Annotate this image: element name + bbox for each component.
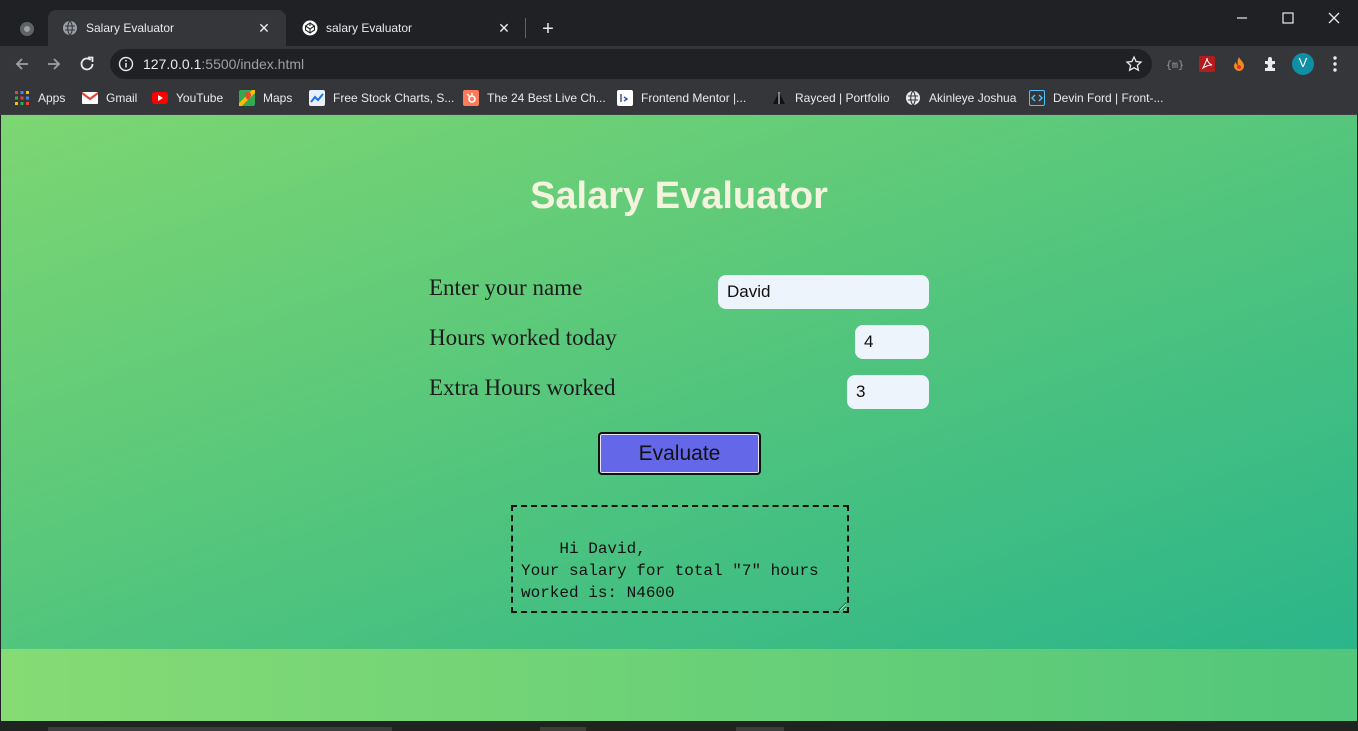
name-label: Enter your name (429, 275, 583, 300)
reload-icon[interactable] (73, 50, 101, 78)
menu-kebab-icon[interactable] (1325, 54, 1345, 74)
bookmark-label: Apps (38, 91, 66, 105)
result-text: Hi David, Your salary for total "7" hour… (521, 540, 819, 602)
bookmark-gmail[interactable]: Gmail (82, 88, 137, 108)
extra-hours-input[interactable] (847, 375, 929, 409)
info-icon[interactable] (118, 56, 134, 72)
tab-strip: Salary Evaluator ✕ salary Evaluator ✕ + (0, 0, 1358, 46)
svg-text:{m}: {m} (1166, 60, 1184, 71)
taskbar-strip (0, 721, 1358, 731)
page-content: Salary Evaluator Enter your name Hours w… (1, 115, 1357, 649)
bookmarks-bar: Apps Gmail YouTube Maps Free Stock Chart… (0, 82, 1358, 115)
bookmark-label: Rayced | Portfolio (795, 91, 890, 105)
tab-separator (525, 18, 526, 38)
youtube-icon (152, 90, 168, 106)
result-textarea[interactable]: Hi David, Your salary for total "7" hour… (511, 505, 849, 613)
close-icon[interactable]: ✕ (496, 20, 512, 36)
bookmark-frontend-mentor[interactable]: Frontend Mentor |... (617, 88, 746, 108)
codepen-icon (302, 20, 318, 36)
tab-title: Salary Evaluator (86, 21, 175, 35)
resize-grip-icon[interactable] (838, 602, 846, 610)
frontend-mentor-icon (617, 90, 633, 106)
globe-icon (905, 90, 921, 106)
code-icon (1029, 90, 1045, 106)
bookmark-label: The 24 Best Live Ch... (487, 91, 606, 105)
bookmark-label: YouTube (176, 91, 224, 105)
bookmark-label: Devin Ford | Front-... (1053, 91, 1164, 105)
close-icon[interactable]: ✕ (256, 20, 272, 36)
url-path: :5500/index.html (201, 56, 305, 72)
forward-icon[interactable] (40, 50, 68, 78)
bookmark-label: Gmail (106, 91, 138, 105)
bookmark-hubspot[interactable]: The 24 Best Live Ch... (463, 88, 606, 108)
url-text: 127.0.0.1:5500/index.html (143, 56, 304, 72)
bookmark-star-icon[interactable] (1125, 55, 1143, 73)
tab-salary-evaluator-2[interactable]: salary Evaluator ✕ (288, 10, 526, 46)
hours-label: Hours worked today (429, 325, 617, 350)
name-input[interactable] (718, 275, 929, 309)
extension-bracket-icon[interactable]: {m} (1165, 54, 1185, 74)
bookmark-label: Free Stock Charts, S... (333, 91, 455, 105)
tab-salary-evaluator[interactable]: Salary Evaluator ✕ (48, 10, 286, 46)
evaluate-button[interactable]: Evaluate (598, 432, 761, 475)
globe-icon (62, 20, 78, 36)
hours-input[interactable] (855, 325, 929, 359)
page-footer (1, 649, 1357, 721)
bookmark-free-stock-charts[interactable]: Free Stock Charts, S... (309, 88, 454, 108)
page-title: Salary Evaluator (530, 175, 828, 217)
url-host: 127.0.0.1 (143, 56, 202, 72)
bookmark-youtube[interactable]: YouTube (152, 88, 223, 108)
bookmark-rayced-portfolio[interactable]: Rayced | Portfolio (771, 88, 890, 108)
window-close-icon[interactable] (1311, 0, 1357, 36)
gmail-icon (82, 90, 98, 106)
portfolio-icon (771, 90, 787, 106)
extensions-puzzle-icon[interactable] (1261, 54, 1281, 74)
hubspot-icon (463, 90, 479, 106)
minimize-icon[interactable] (1219, 0, 1265, 36)
browser-chrome: Salary Evaluator ✕ salary Evaluator ✕ + (0, 0, 1358, 115)
bookmark-label: Akinleye Joshua (929, 91, 1017, 105)
fire-extension-icon[interactable] (1229, 54, 1249, 74)
pdf-extension-icon[interactable] (1197, 54, 1217, 74)
apps-grid-icon (14, 90, 30, 106)
bookmark-maps[interactable]: Maps (239, 88, 292, 108)
maps-icon (239, 90, 255, 106)
profile-avatar[interactable]: V (1291, 52, 1315, 76)
address-bar[interactable]: 127.0.0.1:5500/index.html (110, 49, 1152, 79)
tab-title: salary Evaluator (326, 21, 413, 35)
toolbar: 127.0.0.1:5500/index.html {m} V (0, 46, 1358, 82)
bookmark-label: Maps (263, 91, 293, 105)
taskbar-segment (540, 727, 586, 731)
profile-initial: V (1298, 55, 1308, 70)
stock-charts-icon (309, 90, 325, 106)
tab-search-icon[interactable] (12, 14, 42, 44)
extra-hours-label: Extra Hours worked (429, 375, 616, 400)
taskbar-segment (736, 727, 784, 731)
bookmark-devin-ford[interactable]: Devin Ford | Front-... (1029, 88, 1163, 108)
taskbar-segment (48, 727, 392, 731)
back-icon[interactable] (8, 50, 36, 78)
maximize-icon[interactable] (1265, 0, 1311, 36)
bookmark-label: Frontend Mentor |... (641, 91, 747, 105)
bookmark-akinleye-joshua[interactable]: Akinleye Joshua (905, 88, 1016, 108)
bookmark-apps[interactable]: Apps (14, 88, 65, 108)
new-tab-button[interactable]: + (535, 16, 561, 42)
